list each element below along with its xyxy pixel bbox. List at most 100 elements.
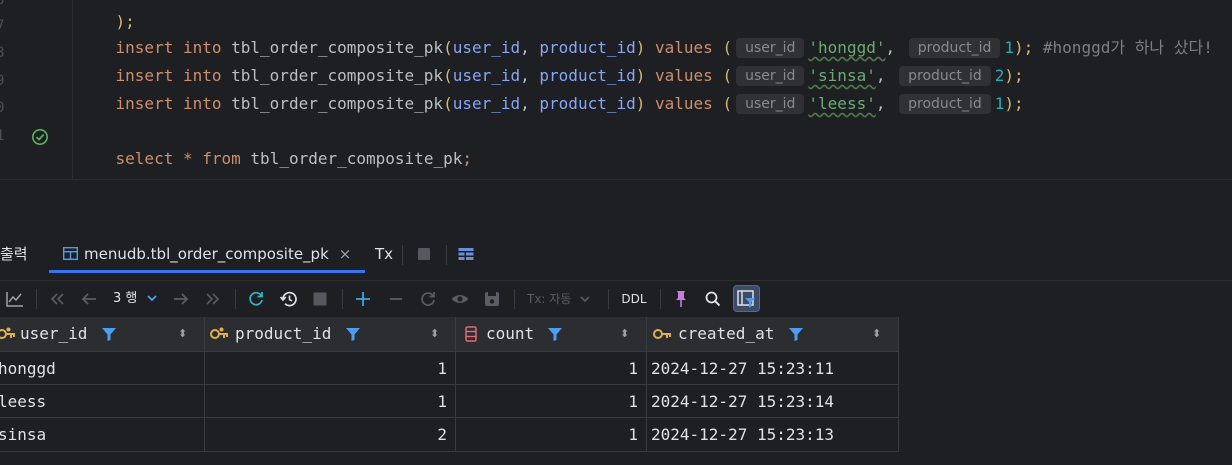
- table-name: tbl_order_composite_pk: [231, 94, 444, 113]
- layout-grid-icon[interactable]: [458, 247, 474, 262]
- tab-tx-label: Tx: [375, 245, 394, 263]
- close-icon[interactable]: ×: [339, 245, 352, 263]
- code-line-insert[interactable]: insert into tbl_order_composite_pk(user_…: [77, 71, 1024, 114]
- pin-icon[interactable]: [671, 289, 691, 309]
- cell-user-id[interactable]: sinsa: [0, 418, 205, 451]
- cell-created-at[interactable]: 2024-12-27 15:23:14: [647, 385, 898, 418]
- cell-product-id[interactable]: 1: [205, 352, 456, 385]
- parameter-hint: product_id: [899, 94, 991, 114]
- tab-output-label: 출력: [0, 245, 28, 263]
- revert-icon[interactable]: [418, 289, 438, 309]
- column-header-product-id[interactable]: product_id ⬍: [205, 317, 456, 351]
- tab-result-table[interactable]: menudb.tbl_order_composite_pk ×: [49, 237, 366, 273]
- cell-user-id[interactable]: leess: [0, 385, 205, 418]
- gutter-separator: [72, 0, 73, 179]
- filter-icon[interactable]: [345, 326, 361, 342]
- tab-result-label: menudb.tbl_order_composite_pk: [84, 245, 329, 263]
- toolbar-separator: [36, 289, 37, 309]
- first-page-icon[interactable]: [48, 289, 68, 309]
- sort-icon[interactable]: ⬍: [178, 317, 187, 351]
- execution-success-check-icon[interactable]: [31, 128, 49, 146]
- cell-product-id[interactable]: 2: [205, 418, 456, 451]
- row-count-dropdown[interactable]: 3 행: [113, 289, 163, 309]
- filter-icon[interactable]: [547, 326, 563, 342]
- tab-separator: [446, 245, 447, 265]
- chart-icon[interactable]: [5, 289, 27, 309]
- table-row[interactable]: honggd 1 1 2024-12-27 15:23:11: [0, 351, 898, 385]
- eye-icon[interactable]: [450, 289, 470, 309]
- result-tabs: 출력 menudb.tbl_order_composite_pk × Tx: [0, 237, 1232, 273]
- column-header-label: count: [486, 324, 535, 343]
- save-icon[interactable]: [482, 289, 502, 309]
- grid-header: user_id ⬍ product_id ⬍ count ⬍ created_a…: [0, 317, 898, 351]
- toolbar-separator: [514, 289, 515, 309]
- cell-created-at[interactable]: 2024-12-27 15:23:11: [647, 352, 898, 385]
- column-icon: [465, 326, 477, 342]
- delete-row-icon[interactable]: [386, 289, 406, 309]
- column-header-count[interactable]: count ⬍: [456, 317, 647, 351]
- filter-panel-toggle[interactable]: [733, 285, 760, 312]
- tab-separator: [402, 245, 403, 265]
- code-line-insert[interactable]: insert into tbl_order_composite_pk(user_…: [77, 43, 1024, 86]
- table-row[interactable]: sinsa 2 1 2024-12-27 15:23:13: [0, 417, 898, 451]
- tab-tx[interactable]: Tx: [375, 237, 393, 273]
- sort-icon[interactable]: ⬍: [872, 317, 881, 351]
- toolbar-separator: [660, 289, 661, 309]
- cell-count[interactable]: 1: [456, 352, 647, 385]
- keyword: into: [182, 94, 222, 113]
- filter-panel-icon: [737, 290, 755, 308]
- table-row[interactable]: leess 1 1 2024-12-27 15:23:14: [0, 384, 898, 418]
- code-line[interactable]: );: [77, 0, 135, 31]
- line-number: 6: [0, 0, 5, 8]
- refresh-icon[interactable]: [246, 289, 266, 309]
- column-header-created-at[interactable]: created_at ⬍: [647, 317, 898, 351]
- table-name: tbl_order_composite_pk: [250, 149, 463, 168]
- result-toolbar: 3 행 Tx: 자동 DDL: [0, 280, 1232, 316]
- code-comment: #honggd가 하나 샀다!: [1042, 38, 1213, 57]
- star-operator: *: [182, 149, 193, 168]
- next-page-icon[interactable]: [172, 289, 192, 309]
- keyword: insert: [115, 94, 174, 113]
- cell-count[interactable]: 1: [456, 418, 647, 451]
- sort-icon[interactable]: ⬍: [430, 317, 439, 351]
- stop-query-icon[interactable]: [312, 289, 330, 309]
- toolbar-separator: [235, 289, 236, 309]
- code-line-select[interactable]: select * from tbl_order_composite_pk;: [77, 126, 472, 168]
- previous-page-icon[interactable]: [80, 289, 100, 309]
- primary-key-icon: [0, 327, 15, 339]
- history-icon[interactable]: [279, 289, 299, 309]
- cell-user-id[interactable]: honggd: [0, 352, 205, 385]
- keyword: values: [655, 94, 713, 113]
- parameter-hint: user_id: [736, 94, 805, 114]
- cell-count[interactable]: 1: [456, 385, 647, 418]
- index-key-icon: [653, 329, 671, 339]
- tx-mode-dropdown[interactable]: Tx: 자동: [527, 289, 599, 309]
- column-header-label: user_id: [20, 324, 88, 343]
- tab-output[interactable]: 출력: [0, 237, 28, 273]
- line-number: 8: [0, 45, 5, 61]
- table-icon: [63, 247, 78, 260]
- search-icon[interactable]: [703, 289, 723, 309]
- stop-icon[interactable]: [417, 247, 431, 262]
- chevron-down-icon: [580, 296, 590, 303]
- line-number: 7: [0, 18, 5, 34]
- filter-icon[interactable]: [788, 326, 804, 342]
- filter-icon[interactable]: [101, 326, 117, 342]
- panel-divider[interactable]: [0, 179, 1232, 237]
- add-row-icon[interactable]: [353, 289, 373, 309]
- column-header-label: product_id: [235, 324, 332, 343]
- ddl-button[interactable]: DDL: [619, 289, 649, 309]
- code-line-insert[interactable]: insert into tbl_order_composite_pk(user_…: [77, 15, 1213, 58]
- result-grid[interactable]: user_id ⬍ product_id ⬍ count ⬍ created_a…: [0, 317, 899, 452]
- cell-created-at[interactable]: 2024-12-27 15:23:13: [647, 418, 898, 451]
- column-name: product_id: [539, 94, 636, 113]
- number-literal: 1: [994, 94, 1005, 113]
- sql-editor[interactable]: 6 7 8 9 0 1 ); insert into tbl_order_com…: [0, 0, 1232, 179]
- line-number: 9: [0, 73, 5, 89]
- cell-product-id[interactable]: 1: [205, 385, 456, 418]
- string-literal: 'leess': [808, 94, 876, 113]
- sort-icon[interactable]: ⬍: [620, 317, 629, 351]
- column-header-user-id[interactable]: user_id ⬍: [0, 317, 205, 351]
- last-page-icon[interactable]: [204, 289, 224, 309]
- keyword: from: [202, 149, 241, 168]
